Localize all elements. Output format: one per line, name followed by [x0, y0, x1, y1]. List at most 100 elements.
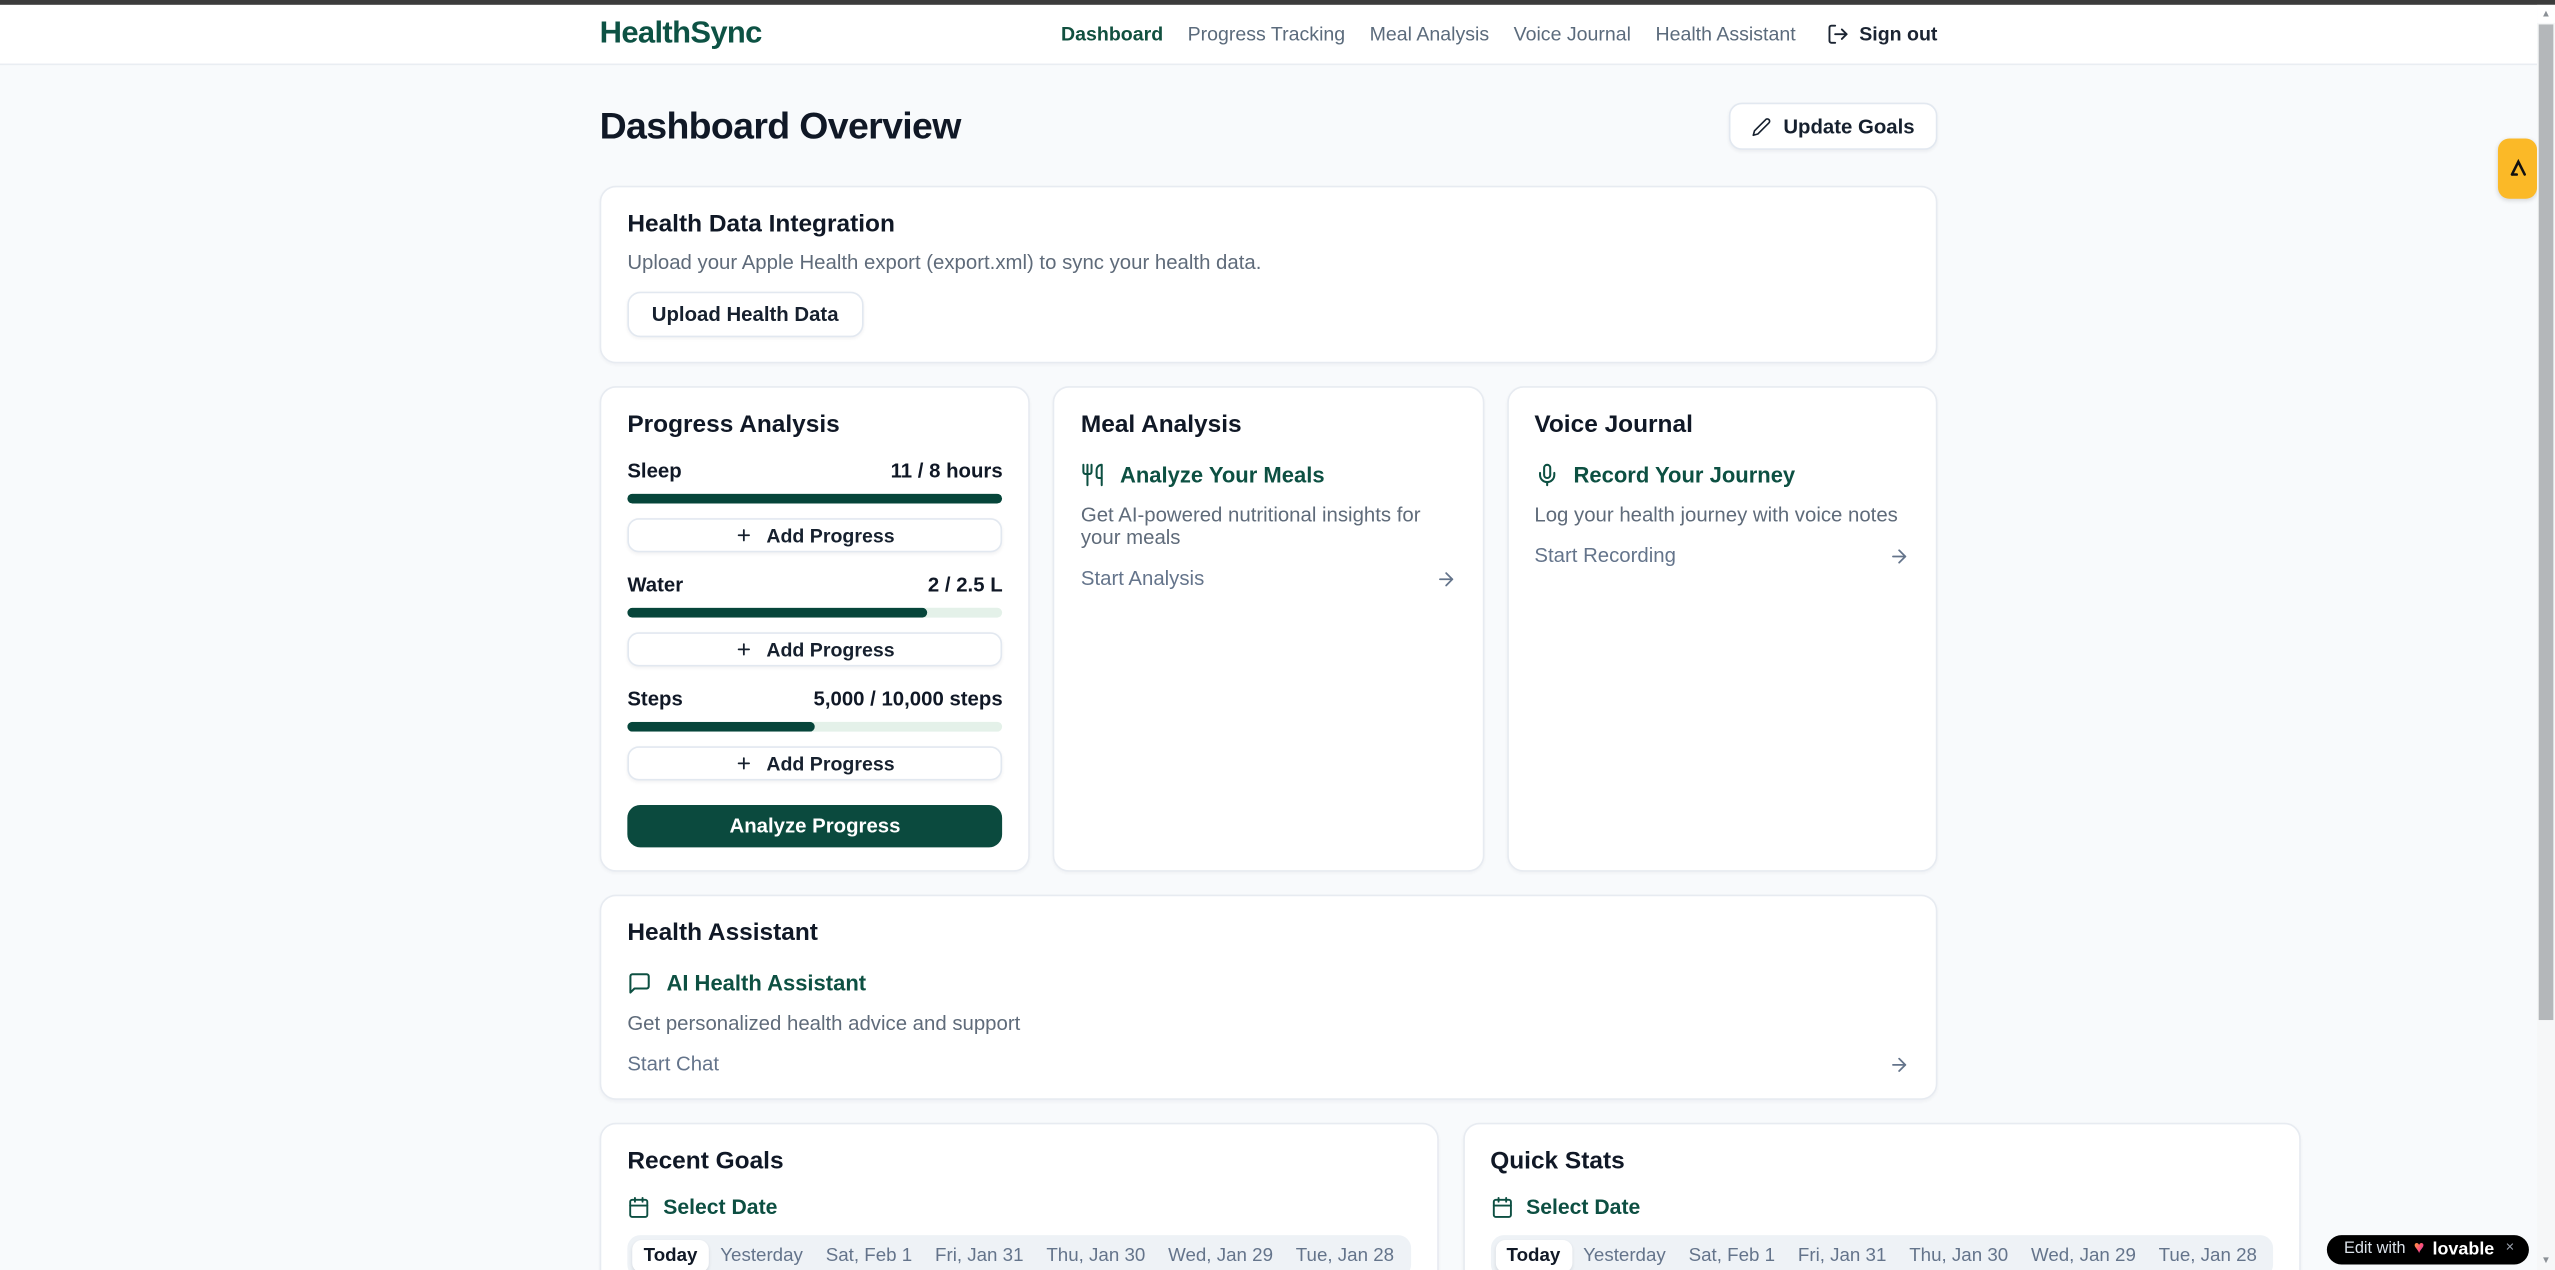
date-tab-wed-jan-29[interactable]: Wed, Jan 29 — [1157, 1240, 1285, 1270]
health-data-title: Health Data Integration — [627, 210, 1909, 238]
logout-icon — [1827, 23, 1850, 46]
nav-links: Dashboard Progress Tracking Meal Analysi… — [1061, 23, 1937, 46]
calendar-icon — [627, 1195, 650, 1218]
heart-icon: ♥ — [2414, 1240, 2425, 1258]
feature-row: Progress Analysis Sleep 11 / 8 hours Add… — [600, 386, 1938, 872]
ai-health-assistant-label: AI Health Assistant — [666, 971, 866, 995]
date-tab-yesterday[interactable]: Yesterday — [1572, 1240, 1677, 1270]
start-recording-label: Start Recording — [1534, 544, 1676, 567]
top-navbar: HealthSync Dashboard Progress Tracking M… — [0, 5, 2537, 65]
edit-with-lovable-badge[interactable]: Edit with ♥ lovable × — [2326, 1234, 2529, 1263]
recent-goals-card: Recent Goals Select Date Today Yesterday… — [600, 1123, 1438, 1270]
nav-item-progress-tracking[interactable]: Progress Tracking — [1188, 23, 1346, 46]
arrow-right-icon — [1889, 545, 1910, 566]
page-area: HealthSync Dashboard Progress Tracking M… — [0, 5, 2537, 1270]
start-recording-link[interactable]: Start Recording — [1534, 544, 1909, 567]
start-analysis-link[interactable]: Start Analysis — [1081, 567, 1456, 590]
date-tab-yesterday[interactable]: Yesterday — [709, 1240, 814, 1270]
quick-stats-title: Quick Stats — [1490, 1147, 2273, 1175]
chat-bubble-icon — [627, 971, 651, 995]
date-tab-thu-jan-30[interactable]: Thu, Jan 30 — [1035, 1240, 1157, 1270]
signout-label: Sign out — [1859, 23, 1937, 46]
update-goals-button[interactable]: Update Goals — [1730, 103, 1938, 150]
close-icon[interactable]: × — [2506, 1238, 2515, 1254]
quick-stats-date-tabs: Today Yesterday Sat, Feb 1 Fri, Jan 31 T… — [1490, 1235, 2273, 1270]
steps-progress-bar — [627, 722, 1002, 732]
metric-value: 11 / 8 hours — [891, 460, 1003, 483]
meal-analysis-title: Meal Analysis — [1081, 411, 1456, 439]
plus-icon — [735, 526, 753, 544]
health-assistant-description: Get personalized health advice and suppo… — [627, 1012, 1909, 1035]
plus-icon — [735, 640, 753, 658]
progress-analysis-title: Progress Analysis — [627, 411, 1002, 439]
add-progress-label: Add Progress — [766, 524, 894, 547]
pencil-icon — [1752, 117, 1772, 137]
signout-button[interactable]: Sign out — [1827, 23, 1938, 46]
select-date-label: Select Date — [663, 1194, 777, 1218]
date-tab-today[interactable]: Today — [632, 1240, 709, 1270]
metric-water: Water 2 / 2.5 L Add Progress — [627, 574, 1002, 667]
meal-analysis-card: Meal Analysis Analyze Your Meals Get AI-… — [1053, 386, 1484, 872]
nav-item-voice-journal[interactable]: Voice Journal — [1514, 23, 1631, 46]
date-tab-sat-feb-1[interactable]: Sat, Feb 1 — [1677, 1240, 1786, 1270]
recent-goals-date-tabs: Today Yesterday Sat, Feb 1 Fri, Jan 31 T… — [627, 1235, 1410, 1270]
select-date-label: Select Date — [1526, 1194, 1640, 1218]
quick-stats-card: Quick Stats Select Date Today Yesterday … — [1463, 1123, 2301, 1270]
add-progress-label: Add Progress — [766, 752, 894, 775]
analyze-progress-button[interactable]: Analyze Progress — [627, 805, 1002, 847]
date-tab-tue-jan-28[interactable]: Tue, Jan 28 — [2147, 1240, 2268, 1270]
record-your-journey-link[interactable]: Record Your Journey — [1534, 463, 1909, 487]
analyze-your-meals-label: Analyze Your Meals — [1120, 463, 1325, 487]
meal-analysis-description: Get AI-powered nutritional insights for … — [1081, 504, 1456, 550]
start-analysis-label: Start Analysis — [1081, 567, 1204, 590]
date-tab-tue-jan-28[interactable]: Tue, Jan 28 — [1284, 1240, 1405, 1270]
lovable-editor-badge-button[interactable] — [2498, 139, 2537, 199]
health-data-description: Upload your Apple Health export (export.… — [627, 251, 1909, 274]
page-title: Dashboard Overview — [600, 104, 961, 148]
nav-item-dashboard[interactable]: Dashboard — [1061, 23, 1163, 46]
metric-value: 2 / 2.5 L — [928, 574, 1003, 597]
metric-label: Sleep — [627, 460, 681, 483]
microphone-icon — [1534, 463, 1558, 487]
recent-goals-select-date-button[interactable]: Select Date — [627, 1194, 1410, 1218]
health-assistant-title: Health Assistant — [627, 919, 1909, 947]
quick-stats-select-date-button[interactable]: Select Date — [1490, 1194, 2273, 1218]
app-logo[interactable]: HealthSync — [600, 16, 762, 52]
health-data-card: Health Data Integration Upload your Appl… — [600, 186, 1938, 364]
recent-goals-title: Recent Goals — [627, 1147, 1410, 1175]
voice-journal-title: Voice Journal — [1534, 411, 1909, 439]
upload-health-data-button[interactable]: Upload Health Data — [627, 292, 863, 338]
bottom-row: Recent Goals Select Date Today Yesterday… — [600, 1123, 1938, 1270]
scrollbar-down-arrow[interactable]: ▼ — [2537, 1251, 2555, 1269]
metric-label: Water — [627, 574, 683, 597]
date-tab-sat-feb-1[interactable]: Sat, Feb 1 — [814, 1240, 923, 1270]
date-tab-thu-jan-30[interactable]: Thu, Jan 30 — [1898, 1240, 2020, 1270]
arrow-right-icon — [1435, 568, 1456, 589]
metric-label: Steps — [627, 688, 682, 711]
voice-journal-description: Log your health journey with voice notes — [1534, 504, 1909, 527]
ai-health-assistant-link[interactable]: AI Health Assistant — [627, 971, 1909, 995]
start-chat-label: Start Chat — [627, 1053, 719, 1076]
app-viewport: HealthSync Dashboard Progress Tracking M… — [0, 0, 2555, 1270]
utensils-icon — [1081, 463, 1105, 487]
sleep-progress-bar — [627, 494, 1002, 504]
add-progress-steps-button[interactable]: Add Progress — [627, 746, 1002, 780]
plus-icon — [735, 754, 753, 772]
date-tab-fri-jan-31[interactable]: Fri, Jan 31 — [1786, 1240, 1897, 1270]
nav-item-meal-analysis[interactable]: Meal Analysis — [1370, 23, 1490, 46]
analyze-your-meals-link[interactable]: Analyze Your Meals — [1081, 463, 1456, 487]
date-tab-fri-jan-31[interactable]: Fri, Jan 31 — [924, 1240, 1035, 1270]
add-progress-water-button[interactable]: Add Progress — [627, 632, 1002, 666]
start-chat-link[interactable]: Start Chat — [627, 1053, 1909, 1076]
calendar-icon — [1490, 1195, 1513, 1218]
scrollbar-thumb[interactable] — [2539, 24, 2554, 1020]
date-tab-today[interactable]: Today — [1495, 1240, 1572, 1270]
metric-value: 5,000 / 10,000 steps — [814, 688, 1003, 711]
nav-item-health-assistant[interactable]: Health Assistant — [1655, 23, 1795, 46]
main-content: Dashboard Overview Update Goals Health D… — [600, 103, 1938, 1270]
add-progress-sleep-button[interactable]: Add Progress — [627, 518, 1002, 552]
arrow-right-icon — [1889, 1053, 1910, 1074]
progress-analysis-card: Progress Analysis Sleep 11 / 8 hours Add… — [600, 386, 1031, 872]
date-tab-wed-jan-29[interactable]: Wed, Jan 29 — [2020, 1240, 2148, 1270]
scrollbar-up-arrow[interactable]: ▲ — [2537, 5, 2555, 23]
